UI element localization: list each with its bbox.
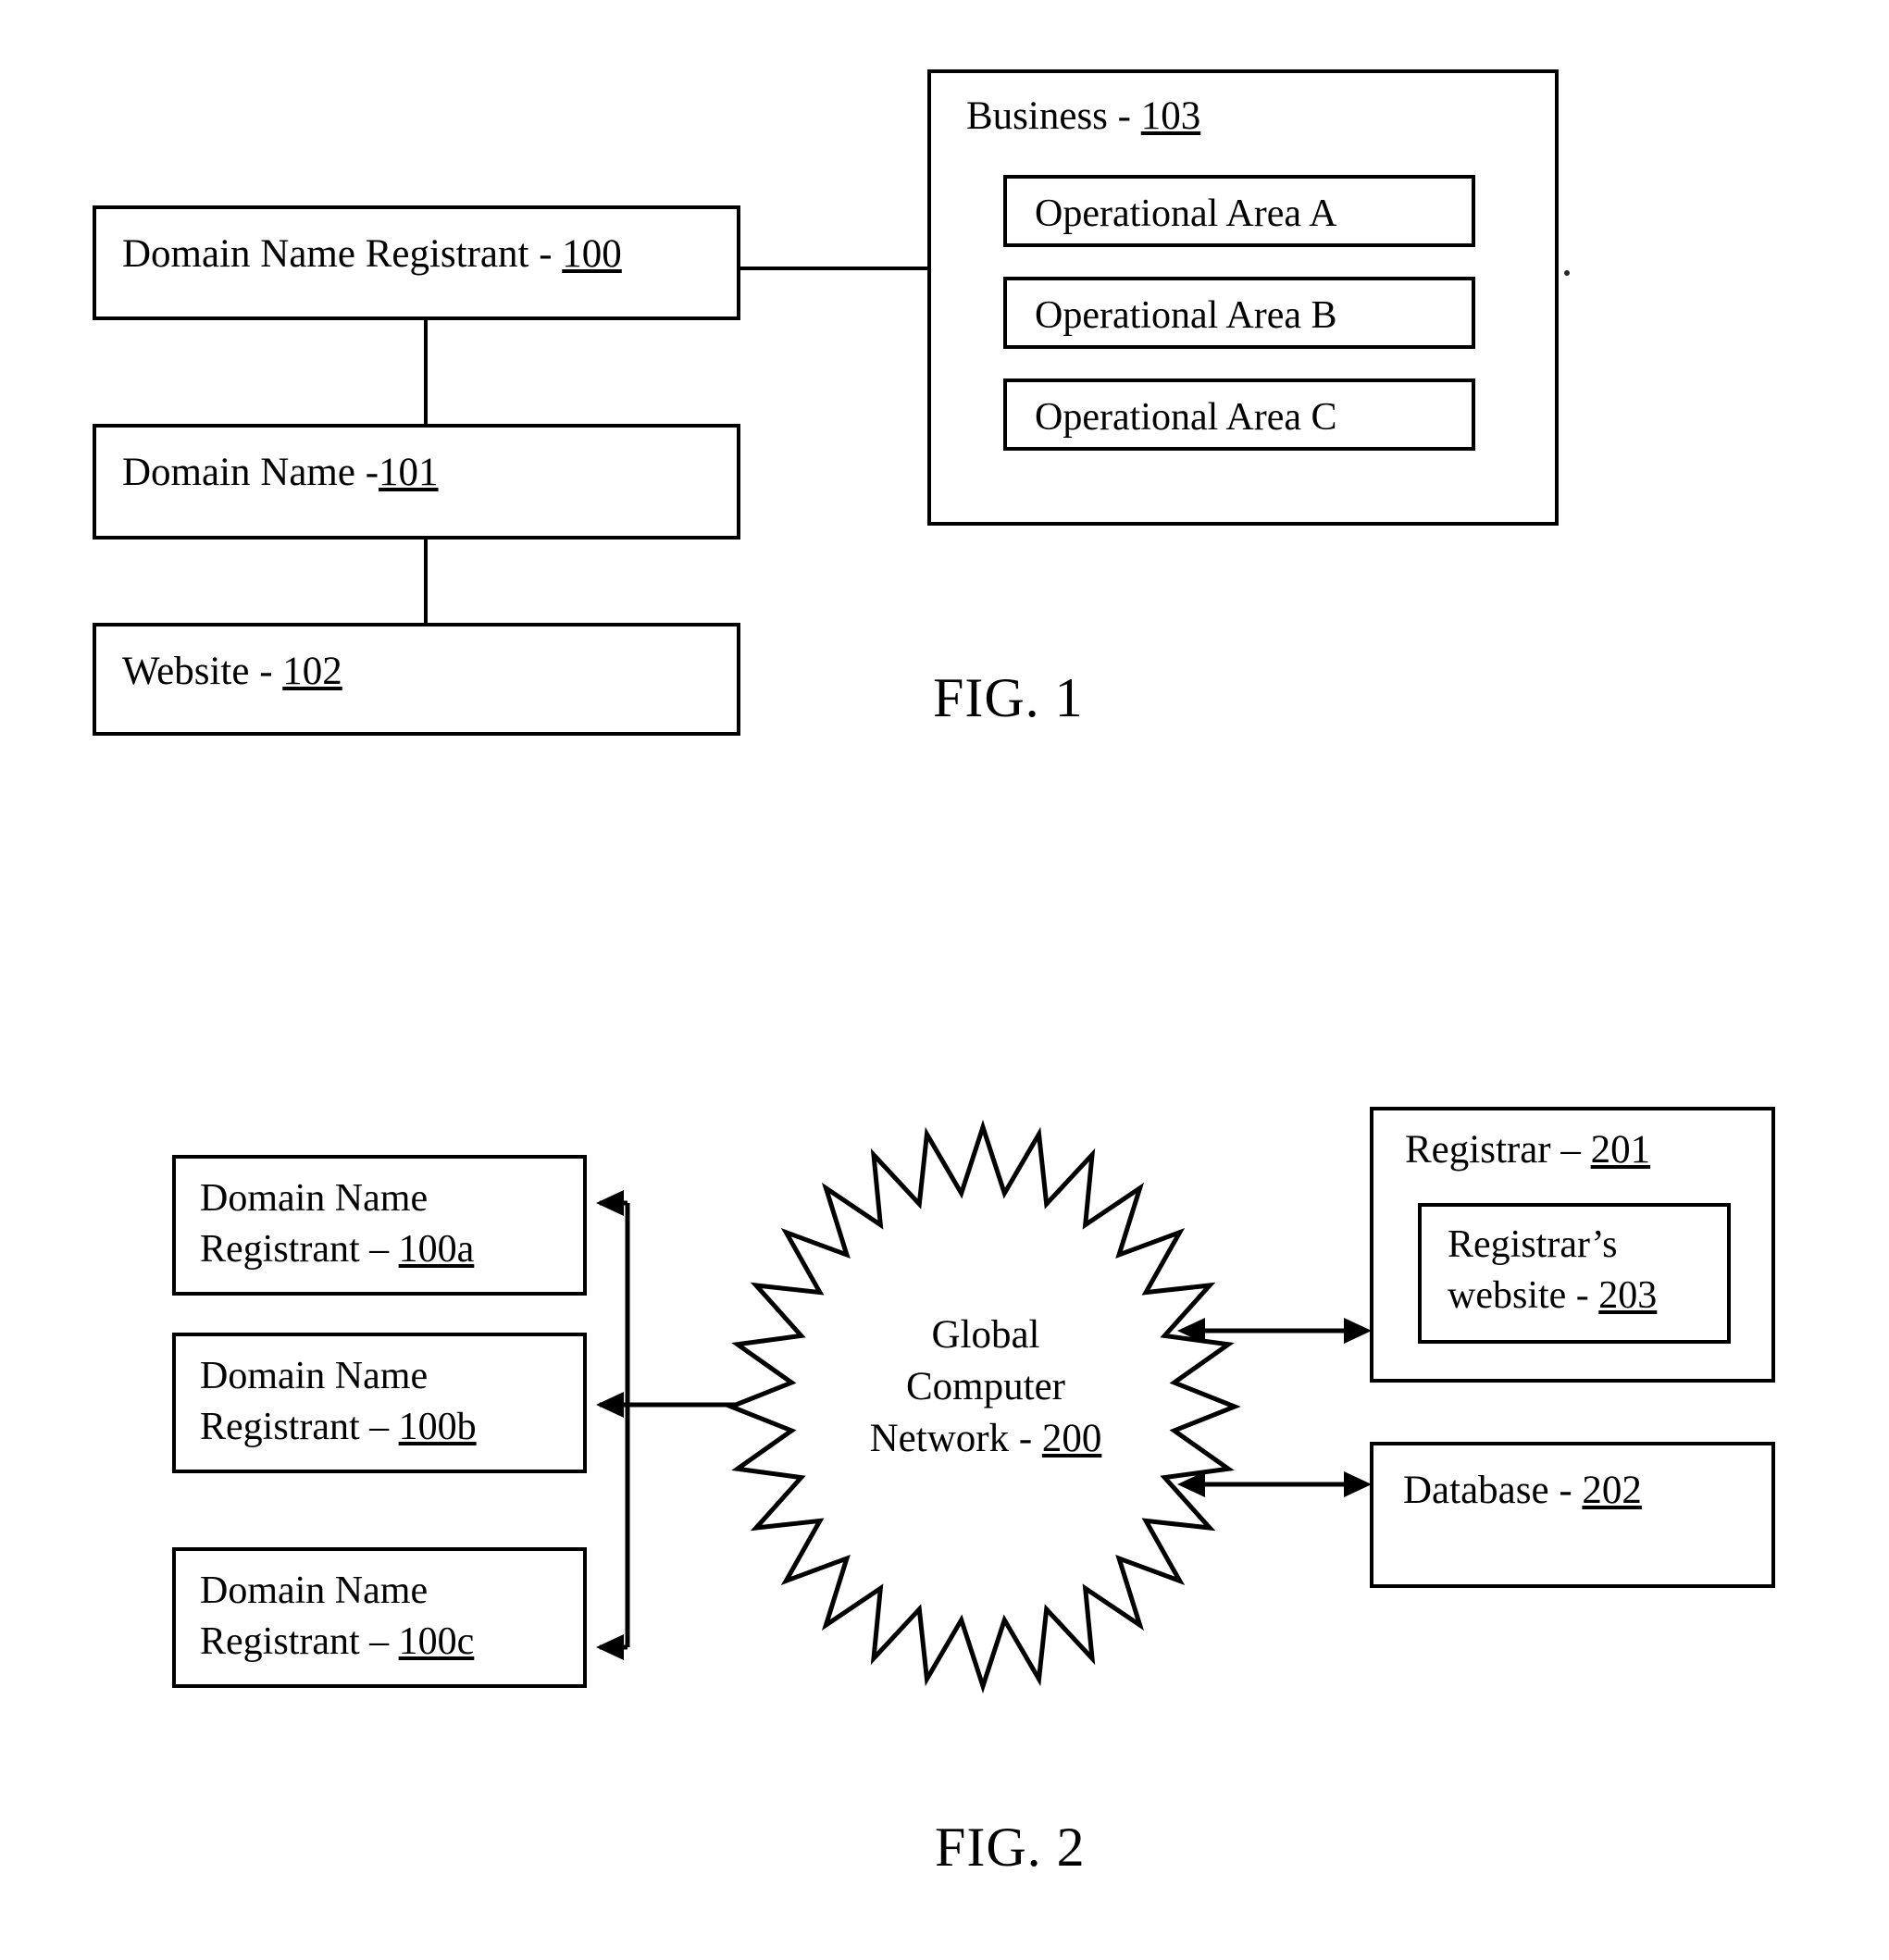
fig1-domain-name-label: Domain Name -101: [122, 451, 439, 494]
fig1-business-label: Business - 103: [966, 94, 1201, 138]
fig2-registrar-label: Registrar – 201: [1405, 1128, 1651, 1172]
fig1-website-box: Website - 102: [93, 623, 740, 736]
fig2-database-box: Database - 202: [1370, 1442, 1775, 1588]
fig1-domain-name-registrant-box: Domain Name Registrant - 100: [93, 205, 740, 320]
fig2-registrant-100c-box: Domain Name Registrant – 100c: [172, 1547, 587, 1688]
fig1-business-box: Business - 103 Operational Area A Operat…: [927, 69, 1559, 526]
fig2-registrant-100b-label: Domain Name Registrant – 100b: [200, 1355, 477, 1448]
fig1-connector-registrant-to-business: [739, 267, 929, 270]
fig2-database-label: Database - 202: [1403, 1469, 1642, 1512]
fig1-connector-domain-to-website: [424, 538, 428, 625]
fig1-operational-area-c-label: Operational Area C: [1035, 396, 1337, 439]
fig2-registrar-box: Registrar – 201 Registrar’s website - 20…: [1370, 1107, 1775, 1383]
fig1-operational-area-a-label: Operational Area A: [1035, 192, 1337, 235]
fig1-connector-registrant-to-domain: [424, 318, 428, 426]
figure-1-caption: FIG. 1: [933, 667, 1084, 728]
fig2-registrars-website-box: Registrar’s website - 203: [1418, 1203, 1731, 1344]
figure-2-caption: FIG. 2: [935, 1817, 1086, 1878]
fig1-operational-area-c-box: Operational Area C: [1003, 378, 1475, 451]
fig1-domain-name-box: Domain Name -101: [93, 424, 740, 540]
fig1-operational-area-a-box: Operational Area A: [1003, 175, 1475, 247]
fig1-operational-area-b-box: Operational Area B: [1003, 277, 1475, 349]
fig1-operational-area-b-label: Operational Area B: [1035, 294, 1337, 337]
scan-artifact-speck: [1564, 270, 1570, 276]
fig2-registrars-website-label: Registrar’s website - 203: [1448, 1223, 1658, 1317]
patent-drawing-sheet: Domain Name Registrant - 100 Domain Name…: [0, 0, 1889, 1960]
fig2-registrant-100a-label: Domain Name Registrant – 100a: [200, 1177, 475, 1271]
fig2-network-label: Global Computer Network - 200: [869, 1313, 1102, 1460]
fig2-registrant-100c-label: Domain Name Registrant – 100c: [200, 1569, 475, 1663]
fig2-registrant-100b-box: Domain Name Registrant – 100b: [172, 1333, 587, 1473]
fig2-registrant-100a-box: Domain Name Registrant – 100a: [172, 1155, 587, 1296]
fig1-website-label: Website - 102: [122, 650, 342, 693]
fig1-domain-name-registrant-label: Domain Name Registrant - 100: [122, 232, 622, 276]
fig2-right-connectors: [1177, 1318, 1372, 1497]
